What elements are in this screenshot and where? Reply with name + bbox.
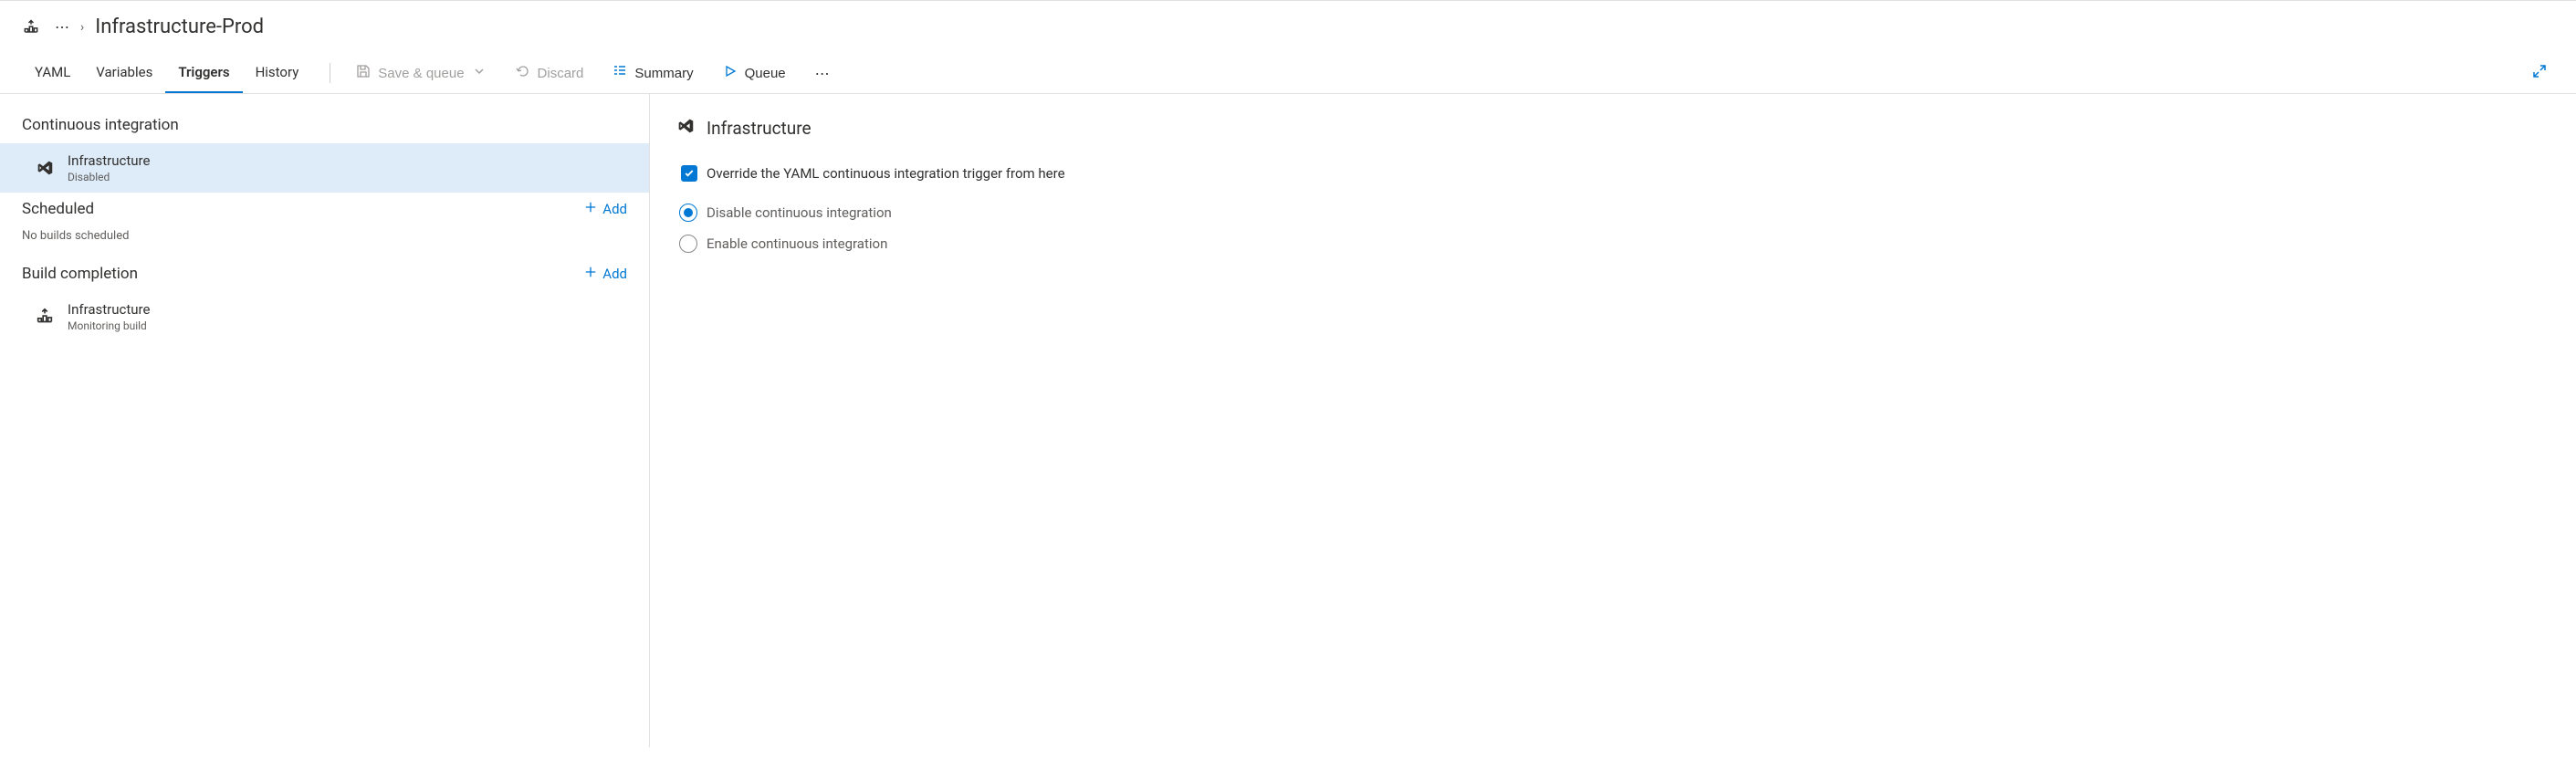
- enable-ci-row: Enable continuous integration: [675, 235, 2550, 253]
- tab-variables[interactable]: Variables: [83, 53, 165, 93]
- disable-ci-row: Disable continuous integration: [675, 204, 2550, 222]
- summary-button[interactable]: Summary: [605, 58, 700, 88]
- content: Continuous integration Infrastructure Di…: [0, 94, 2576, 747]
- add-label: Add: [602, 266, 627, 282]
- tab-triggers[interactable]: Triggers: [165, 53, 242, 93]
- toolbar-right: [2532, 64, 2554, 82]
- ci-item-subtitle: Disabled: [68, 171, 150, 183]
- bc-item-text: Infrastructure Monitoring build: [68, 301, 150, 332]
- breadcrumb: ⋯ › Infrastructure-Prod: [55, 16, 264, 38]
- page-title: Infrastructure-Prod: [95, 16, 264, 38]
- ci-item-text: Infrastructure Disabled: [68, 152, 150, 183]
- toolbar: YAML Variables Triggers History Save & q…: [0, 53, 2576, 94]
- play-icon: [723, 64, 738, 82]
- tab-history[interactable]: History: [243, 53, 312, 93]
- scheduled-header: Scheduled: [22, 200, 94, 218]
- left-pane: Continuous integration Infrastructure Di…: [0, 94, 650, 747]
- more-actions-button[interactable]: ⋯: [808, 59, 837, 88]
- override-label: Override the YAML continuous integration…: [707, 165, 1065, 182]
- add-label: Add: [602, 201, 627, 217]
- build-completion-header: Build completion: [22, 265, 138, 283]
- add-build-completion-button[interactable]: Add: [584, 266, 627, 282]
- save-queue-button[interactable]: Save & queue: [349, 58, 493, 88]
- bc-item-subtitle: Monitoring build: [68, 319, 150, 332]
- discard-label: Discard: [538, 66, 584, 81]
- summary-label: Summary: [634, 66, 693, 81]
- queue-label: Queue: [745, 66, 786, 81]
- ci-item-infrastructure[interactable]: Infrastructure Disabled: [0, 143, 649, 193]
- chevron-right-icon: ›: [80, 20, 84, 35]
- disable-ci-label: Disable continuous integration: [707, 204, 892, 221]
- override-checkbox-row: Override the YAML continuous integration…: [675, 165, 2550, 182]
- add-scheduled-button[interactable]: Add: [584, 201, 627, 217]
- header: ⋯ › Infrastructure-Prod: [0, 0, 2576, 53]
- build-icon: [35, 307, 55, 327]
- fullscreen-icon[interactable]: [2532, 68, 2547, 82]
- tabs: YAML Variables Triggers History: [22, 53, 311, 93]
- bc-item-infrastructure[interactable]: Infrastructure Monitoring build: [0, 292, 649, 341]
- tab-yaml[interactable]: YAML: [22, 53, 83, 93]
- undo-icon: [516, 64, 530, 82]
- ci-item-title: Infrastructure: [68, 152, 150, 169]
- scheduled-empty-msg: No builds scheduled: [0, 227, 649, 257]
- scheduled-section: Scheduled Add: [0, 193, 649, 227]
- build-completion-section: Build completion Add: [0, 257, 649, 292]
- override-checkbox[interactable]: [681, 165, 697, 182]
- plus-icon: [584, 266, 597, 282]
- detail-header: Infrastructure: [675, 116, 2550, 140]
- disable-ci-radio[interactable]: [679, 204, 697, 222]
- chevron-down-icon: [472, 64, 487, 82]
- summary-icon: [613, 64, 627, 82]
- breadcrumb-ellipsis[interactable]: ⋯: [55, 18, 69, 36]
- enable-ci-label: Enable continuous integration: [707, 235, 887, 252]
- pipeline-icon: [22, 18, 40, 37]
- save-queue-label: Save & queue: [378, 66, 464, 81]
- detail-title: Infrastructure: [707, 118, 812, 139]
- vs-icon: [35, 158, 55, 178]
- save-icon: [356, 64, 371, 82]
- enable-ci-radio[interactable]: [679, 235, 697, 253]
- toolbar-actions: Save & queue Discard Summary: [349, 58, 836, 88]
- plus-icon: [584, 201, 597, 217]
- bc-item-title: Infrastructure: [68, 301, 150, 318]
- queue-button[interactable]: Queue: [716, 58, 793, 88]
- vs-icon: [675, 116, 696, 140]
- right-pane: Infrastructure Override the YAML continu…: [650, 94, 2576, 747]
- ci-section-header: Continuous integration: [0, 112, 649, 143]
- discard-button[interactable]: Discard: [508, 58, 592, 88]
